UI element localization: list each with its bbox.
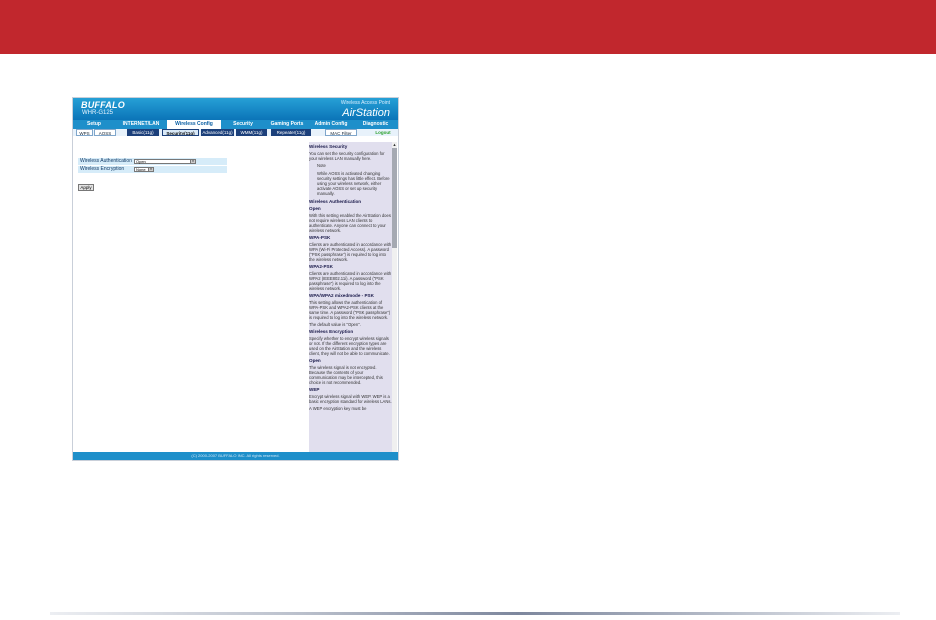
nav-tab[interactable]: Gaming Ports bbox=[265, 120, 309, 129]
subnav-item[interactable]: Basic(11g) bbox=[127, 129, 159, 136]
product-line: Wireless Access Point bbox=[340, 100, 390, 106]
help-heading: WPA-PSK bbox=[309, 235, 331, 240]
help-text: Encrypt wireless signal with WEP. WEP is… bbox=[309, 394, 392, 404]
help-text: Specify whether to encrypt wireless sign… bbox=[309, 336, 390, 356]
help-heading: Open bbox=[309, 206, 321, 211]
help-text: A WEP encryption key must be bbox=[309, 406, 367, 411]
help-text: The default value is "Open". bbox=[309, 322, 361, 327]
top-banner bbox=[0, 0, 936, 54]
product-name: AirStation bbox=[342, 107, 390, 119]
auth-select[interactable]: Open ▾ bbox=[134, 159, 196, 164]
brand-logo: BUFFALO bbox=[81, 100, 125, 110]
help-text: With this setting enabled the AirStation… bbox=[309, 213, 391, 233]
help-heading: WPA/WPA2 mixedmode - PSK bbox=[309, 293, 374, 298]
router-header: BUFFALO WHR-G125 Wireless Access Point A… bbox=[73, 98, 398, 120]
chevron-down-icon: ▾ bbox=[148, 168, 153, 171]
subnav-item[interactable]: WMM(11g) bbox=[236, 129, 267, 136]
help-heading: Wireless Encryption bbox=[309, 329, 354, 334]
nav-tab[interactable]: INTERNET/LAN bbox=[115, 120, 167, 129]
subnav-item[interactable]: AOSS bbox=[94, 129, 116, 136]
subnav-item[interactable]: Repeater(11g) bbox=[271, 129, 311, 136]
scroll-thumb[interactable] bbox=[392, 148, 397, 248]
help-heading: WPA2-PSK bbox=[309, 264, 333, 269]
subnav-item[interactable]: MAC Filter bbox=[325, 129, 357, 136]
help-text: The wireless signal is not encrypted. Be… bbox=[309, 365, 383, 385]
help-text: Note bbox=[317, 163, 326, 168]
help-heading: WEP bbox=[309, 387, 320, 392]
nav-tab[interactable]: Security bbox=[221, 120, 265, 129]
bottom-rule bbox=[50, 612, 900, 615]
subnav-item[interactable]: Advanced(11g) bbox=[201, 129, 234, 136]
help-text: Clients are authenticated in accordance … bbox=[309, 271, 392, 291]
subnav-item[interactable]: Security(11g) bbox=[162, 129, 199, 136]
sub-nav: WPS AOSS Basic(11g) Security(11g) Advanced(1… bbox=[73, 129, 398, 136]
router-footer: (C) 2000-2007 BUFFALO INC. All rights re… bbox=[73, 452, 398, 460]
help-text: Clients are authenticated in accordance … bbox=[309, 242, 392, 262]
help-text: You can set the security configuration f… bbox=[309, 151, 385, 161]
help-heading: Wireless Authentication bbox=[309, 199, 362, 204]
enc-select[interactable]: None ▾ bbox=[134, 167, 154, 172]
auth-row: Wireless Authentication Open ▾ bbox=[78, 158, 227, 165]
scroll-up-icon[interactable]: ▲ bbox=[392, 142, 397, 147]
enc-label: Wireless Encryption bbox=[80, 166, 125, 172]
apply-button[interactable]: Apply bbox=[78, 184, 94, 191]
chevron-down-icon: ▾ bbox=[190, 160, 195, 163]
help-heading: Wireless Security bbox=[309, 144, 348, 149]
enc-select-value: None bbox=[136, 167, 146, 172]
nav-tab[interactable]: Wireless Config bbox=[167, 120, 221, 129]
help-text: This setting allows the authentication o… bbox=[309, 300, 391, 320]
subnav-item[interactable]: Logout bbox=[369, 129, 397, 136]
subnav-item[interactable]: WPS bbox=[76, 129, 93, 136]
auth-label: Wireless Authentication bbox=[80, 158, 132, 164]
enc-row: Wireless Encryption None ▾ bbox=[78, 166, 227, 173]
model-label: WHR-G125 bbox=[82, 110, 114, 116]
help-heading: Open bbox=[309, 358, 321, 363]
nav-tab[interactable]: Setup bbox=[73, 120, 115, 129]
auth-select-value: Open bbox=[136, 159, 146, 164]
nav-tab[interactable]: Admin Config bbox=[309, 120, 353, 129]
help-text: While AOSS is activated changing securit… bbox=[317, 171, 390, 196]
main-nav: Setup INTERNET/LAN Wireless Config Security… bbox=[73, 120, 398, 129]
help-panel: Wireless Security You can set the securit… bbox=[309, 142, 392, 452]
help-scrollbar[interactable]: ▲ bbox=[392, 142, 397, 452]
router-screenshot: BUFFALO WHR-G125 Wireless Access Point A… bbox=[72, 97, 399, 461]
nav-tab[interactable]: Diagnostic bbox=[353, 120, 398, 129]
